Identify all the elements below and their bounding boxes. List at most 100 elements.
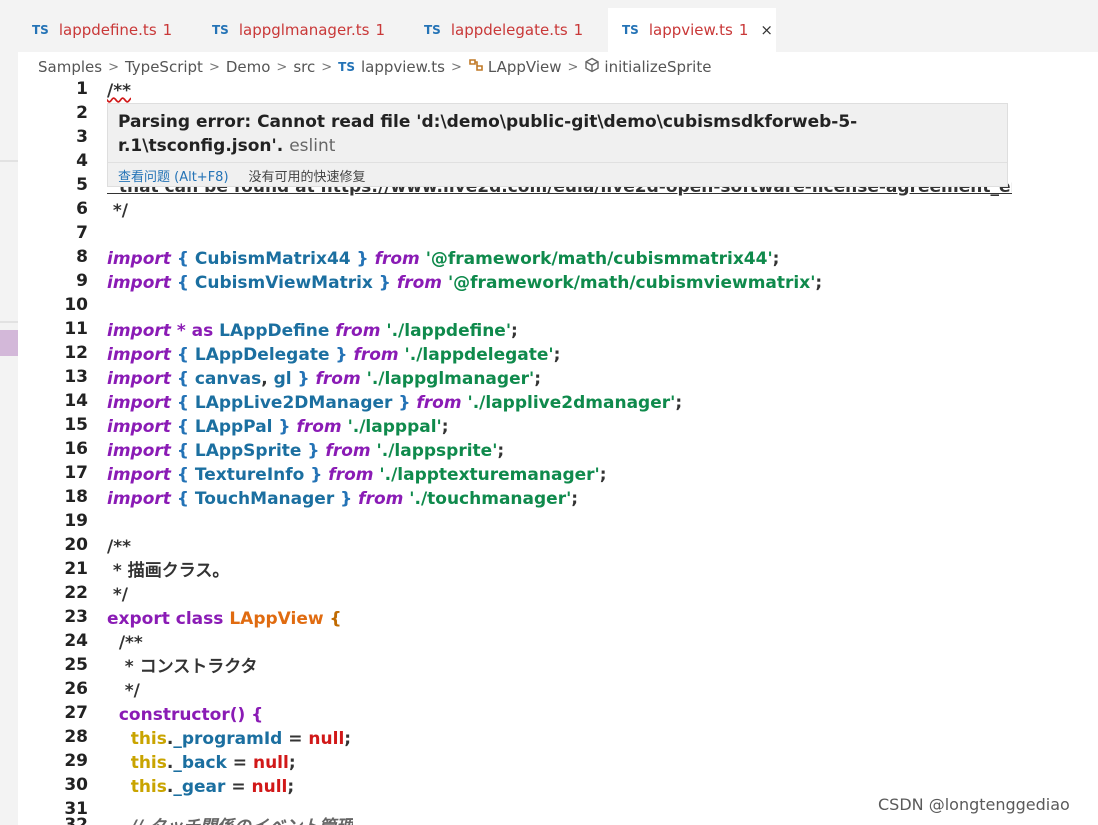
keyword: as [191,321,214,341]
punct: ; [287,777,295,797]
problem-count: 1 [573,21,584,39]
line-number: 22 [64,583,88,603]
watermark: CSDN @longtenggediao [878,795,1070,814]
keyword: from [335,321,381,341]
class-icon [468,58,484,76]
code-line: import { LAppDelegate } from './lappdele… [107,343,560,367]
keyword: import [107,345,171,365]
breadcrumb-item[interactable]: TypeScript [125,58,203,76]
tab-lappview[interactable]: TS lappview.ts 1 × [608,8,776,52]
punct: } [291,369,316,389]
error-message-line: r.1\tsconfig.json'. [118,136,284,156]
breadcrumb-method[interactable]: initializeSprite [604,58,711,76]
tab-lappglmanager[interactable]: TS lappglmanager.ts 1 [198,8,410,52]
line-number: 12 [64,343,88,363]
punct: ; [511,321,518,341]
identifier: LAppDelegate [194,345,330,365]
tab-label: lappdelegate.ts [450,21,568,39]
line-number: 32 [64,815,88,825]
edge-highlight [0,330,18,356]
keyword: this [130,729,167,749]
code-line: import { TouchManager } from './touchman… [107,487,578,511]
code-line: /** [107,537,131,557]
keyword: from [315,369,361,389]
tab-lappdefine[interactable]: TS lappdefine.ts 1 [18,8,194,52]
code-line: import { canvas, gl } from './lappglmana… [107,367,541,391]
identifier: gl [273,369,292,389]
null-literal: null [308,729,345,749]
identifier: LAppPal [194,417,273,437]
punct: { [170,249,195,269]
line-number: 24 [64,631,88,651]
breadcrumb: Samples > TypeScript > Demo > src > TS l… [38,55,711,79]
editor-tab-bar: TS lappdefine.ts 1 TS lappglmanager.ts 1… [18,8,1098,52]
code-line: /** [107,633,143,653]
keyword: constructor [118,705,230,725]
punct: ; [571,489,579,509]
breadcrumb-class[interactable]: LAppView [488,58,562,76]
string: './lappdelegate' [404,345,554,365]
typescript-icon: TS [212,23,229,37]
punct: ; [534,369,542,389]
error-message: Parsing error: Cannot read file 'd:\demo… [118,110,968,158]
view-problem-link[interactable]: 查看问题 (Alt+F8) [118,166,229,185]
line-number: 15 [64,415,88,435]
breadcrumb-item[interactable]: src [293,58,315,76]
no-quick-fix-label: 没有可用的快速修复 [248,170,366,185]
code-line: this._gear = null; [107,775,294,799]
keyword: import [107,417,171,437]
code-line: constructor() { [107,703,263,727]
code-line: import { LAppSprite } from './lappsprite… [107,439,504,463]
line-number: 11 [64,319,88,339]
breadcrumb-item[interactable]: Demo [226,58,271,76]
code-line: import { LAppLive2DManager } from './lap… [107,391,682,415]
identifier: TouchManager [194,489,335,509]
punct: { [170,465,195,485]
breadcrumb-file[interactable]: lappview.ts [361,58,445,76]
line-number: 6 [76,199,88,219]
string: './lapplive2dmanager' [467,393,676,413]
tab-label: lappdefine.ts [58,21,157,39]
punct: , [261,369,274,389]
typescript-icon: TS [424,23,441,37]
keyword: import [107,489,171,509]
close-icon[interactable]: × [760,21,773,39]
problem-count: 1 [738,21,749,39]
code-line: this._programId = null; [107,727,351,751]
line-number: 7 [76,223,88,243]
code-line: import { CubismViewMatrix } from '@frame… [107,271,822,295]
punct: ; [441,417,449,437]
typescript-icon: TS [338,60,355,74]
punct: } [372,273,397,293]
chevron-right-icon: > [108,59,119,75]
property: _programId [173,729,283,749]
punct: ; [772,249,780,269]
line-number: 30 [64,775,88,795]
line-number: 2 [76,103,88,123]
activity-edge [0,8,18,825]
code-line: */ [107,681,140,701]
line-number: 27 [64,703,88,723]
error-hover-popup: Parsing error: Cannot read file 'd:\demo… [107,103,1008,187]
string: './lappsprite' [376,441,498,461]
punct: { [170,369,195,389]
punct: ; [288,753,296,773]
string: '@framework/math/cubismviewmatrix' [447,273,816,293]
comment-text: /** [107,81,131,101]
punct: { [170,393,195,413]
code-line: import * as LAppDefine from './lappdefin… [107,319,518,343]
punct: { [170,489,195,509]
punct: ; [599,465,607,485]
tab-lappdelegate[interactable]: TS lappdelegate.ts 1 [410,8,608,52]
keyword: class [175,609,224,629]
punct: { [170,345,195,365]
code-line: /** [107,79,131,103]
line-number: 14 [64,391,88,411]
string: '@framework/math/cubismmatrix44' [425,249,773,269]
chevron-right-icon: > [451,59,462,75]
code-line: * コンストラクタ [107,657,258,677]
punct: ; [344,729,352,749]
punct: = [282,729,309,749]
line-number: 25 [64,655,88,675]
breadcrumb-item[interactable]: Samples [38,58,102,76]
